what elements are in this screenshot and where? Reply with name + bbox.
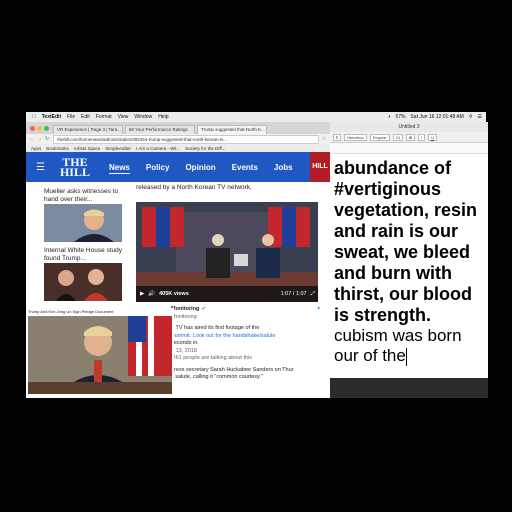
pip-frame [28,316,172,394]
back-icon[interactable]: ← [29,136,34,142]
bookmark-bookmarks[interactable]: Bookmarks [46,146,69,151]
volume-icon[interactable]: 🔊 [148,291,155,297]
clock[interactable]: Sat Jun 16 12:01:48 AM [410,114,463,120]
tweet-account[interactable]: Monitoring [171,306,199,314]
tweet-talk[interactable]: ,361 people are talking about this [171,355,321,363]
video-views: 405K views [159,291,189,297]
underline-button[interactable]: U [428,133,437,141]
nav-jobs[interactable]: Jobs [274,163,293,172]
menu-view[interactable]: View [118,114,129,120]
address-bar: ← → ↻ thehill.com/homenews/administratio… [26,134,330,144]
reload-icon[interactable]: ↻ [45,136,49,142]
hill-tv-badge[interactable]: HILL [310,152,330,182]
twitter-icon[interactable]: ✦ [316,306,321,314]
nav-events[interactable]: Events [232,163,258,172]
zoom-icon[interactable] [44,126,49,131]
battery-status[interactable]: 57% [395,114,405,120]
tab-trump-article[interactable]: Trump suggested that North K... [197,125,267,134]
italic-button[interactable]: I [417,133,426,141]
tweet-line1: n TV has aired its first footage of the [171,325,260,331]
story-white-house-study[interactable]: Internal White House study found Trump..… [44,247,124,263]
browser-window: VR Experience | Page 3 | Tara... 60 Your… [26,122,330,398]
flags-left [142,207,184,247]
bookmarks-bar: Apps Bookmarks Artists Space SimpleAdder… [26,144,330,152]
font-size-select[interactable]: 24 [392,133,404,141]
close-icon[interactable] [30,126,35,131]
flags-right [268,207,310,247]
url-input[interactable]: thehill.com/homenews/administration/3924… [53,134,319,144]
nav-news[interactable]: News [109,163,130,172]
window-controls [30,126,49,131]
forward-icon[interactable]: → [37,136,42,142]
pip-title: Trump And Kim Jong Un Sign Pledge Docume… [28,309,114,314]
menu-edit[interactable]: Edit [81,114,90,120]
story-mueller[interactable]: Mueller asks witnesses to hand over thei… [44,188,124,204]
tab-strip: VR Experience | Page 3 | Tara... 60 Your… [26,122,330,134]
apple-icon[interactable]:  [32,114,36,120]
nav-opinion[interactable]: Opinion [185,163,215,172]
ruler[interactable] [330,143,488,154]
bold-button[interactable]: B [406,133,415,141]
verified-icon: ✔ [201,306,207,312]
tweet-line2[interactable]: Summit. Look out for the handshake/salut… [171,333,321,341]
mac-menubar:  TextEdit File Edit Format View Window … [26,112,486,122]
bookmark-simpleadder[interactable]: SimpleAdder [105,146,131,151]
tweet-line3: seconds in. [171,340,199,346]
video-time: 1:07 / 1:07 [280,291,307,297]
bookmark-i-am-a-camera[interactable]: I Am a Camera - Wil... [136,146,180,151]
tab-performance-ratings[interactable]: 60 Your Performance Ratings [125,125,195,134]
pip-video[interactable] [28,316,172,394]
nav-policy[interactable]: Policy [146,163,170,172]
tweet-date: n 13, 2018 [171,347,197,354]
article-para2: s salute, calling it "common courtesy." [171,374,263,380]
site-logo[interactable]: THE HILL [57,156,93,179]
article-subtitle: released by a North Korean TV network. [136,184,252,191]
star-icon[interactable]: ☆ [322,136,326,142]
menu-icon[interactable]: ☰ [36,162,45,173]
tab-vr-experience[interactable]: VR Experience | Page 3 | Tara... [53,125,123,134]
logo-line2: HILL [59,165,90,179]
story-thumbnail-trump[interactable] [44,204,122,242]
typeface-select[interactable]: Regular [369,133,390,141]
text-caret [405,347,407,366]
text-editor-area[interactable]: abundance of #vertiginous vegetation, re… [330,154,488,366]
textedit-window: Untitled 3 ¶ Helvetica Regular 24 B I U … [330,122,488,378]
video-controls: ▶ 🔊 405K views 1:07 / 1:07 ⤢ [136,286,318,302]
bookmark-artists-space[interactable]: Artists Space [74,146,101,151]
textedit-title: Untitled 3 [330,122,488,132]
menu-help[interactable]: Help [158,114,168,120]
tweet-handle: Monitoring [171,313,197,320]
story-thumbnail-women[interactable] [44,263,122,301]
search-icon[interactable]: ⚲ [469,114,473,120]
paragraph-style-select[interactable]: ¶ [333,133,342,141]
minimize-icon[interactable] [37,126,42,131]
wifi-icon[interactable]: ◑ [387,114,390,120]
app-menu[interactable]: TextEdit [42,114,61,120]
font-select[interactable]: Helvetica [344,133,367,141]
bookmark-society[interactable]: Society for the Diff... [185,146,225,151]
article-para1: press secretary Sarah Huckabee Sanders o… [171,366,294,373]
fullscreen-icon[interactable]: ⤢ [311,291,315,298]
menu-format[interactable]: Format [96,114,112,120]
menu-window[interactable]: Window [134,114,152,120]
menu-file[interactable]: File [67,114,75,120]
plain-text: cubism was born our of the [334,326,462,365]
bold-text: abundance of #vertiginous vegetation, re… [334,158,478,325]
sidebar-stories: Mueller asks witnesses to hand over thei… [44,182,124,306]
embedded-tweet: Monitoring ✔ ✦ Monitoring n TV has aired… [171,306,321,382]
bookmark-apps[interactable]: Apps [31,146,41,151]
site-nav: ☰ THE HILL News Policy Opinion Events Jo… [26,152,330,182]
list-icon[interactable]: ☰ [478,114,482,120]
background-window [330,378,488,398]
format-toolbar: ¶ Helvetica Regular 24 B I U [330,132,488,143]
play-icon[interactable]: ▶ [140,291,144,297]
pip-video-window[interactable]: Trump And Kim Jong Un Sign Pledge Docume… [26,308,174,398]
